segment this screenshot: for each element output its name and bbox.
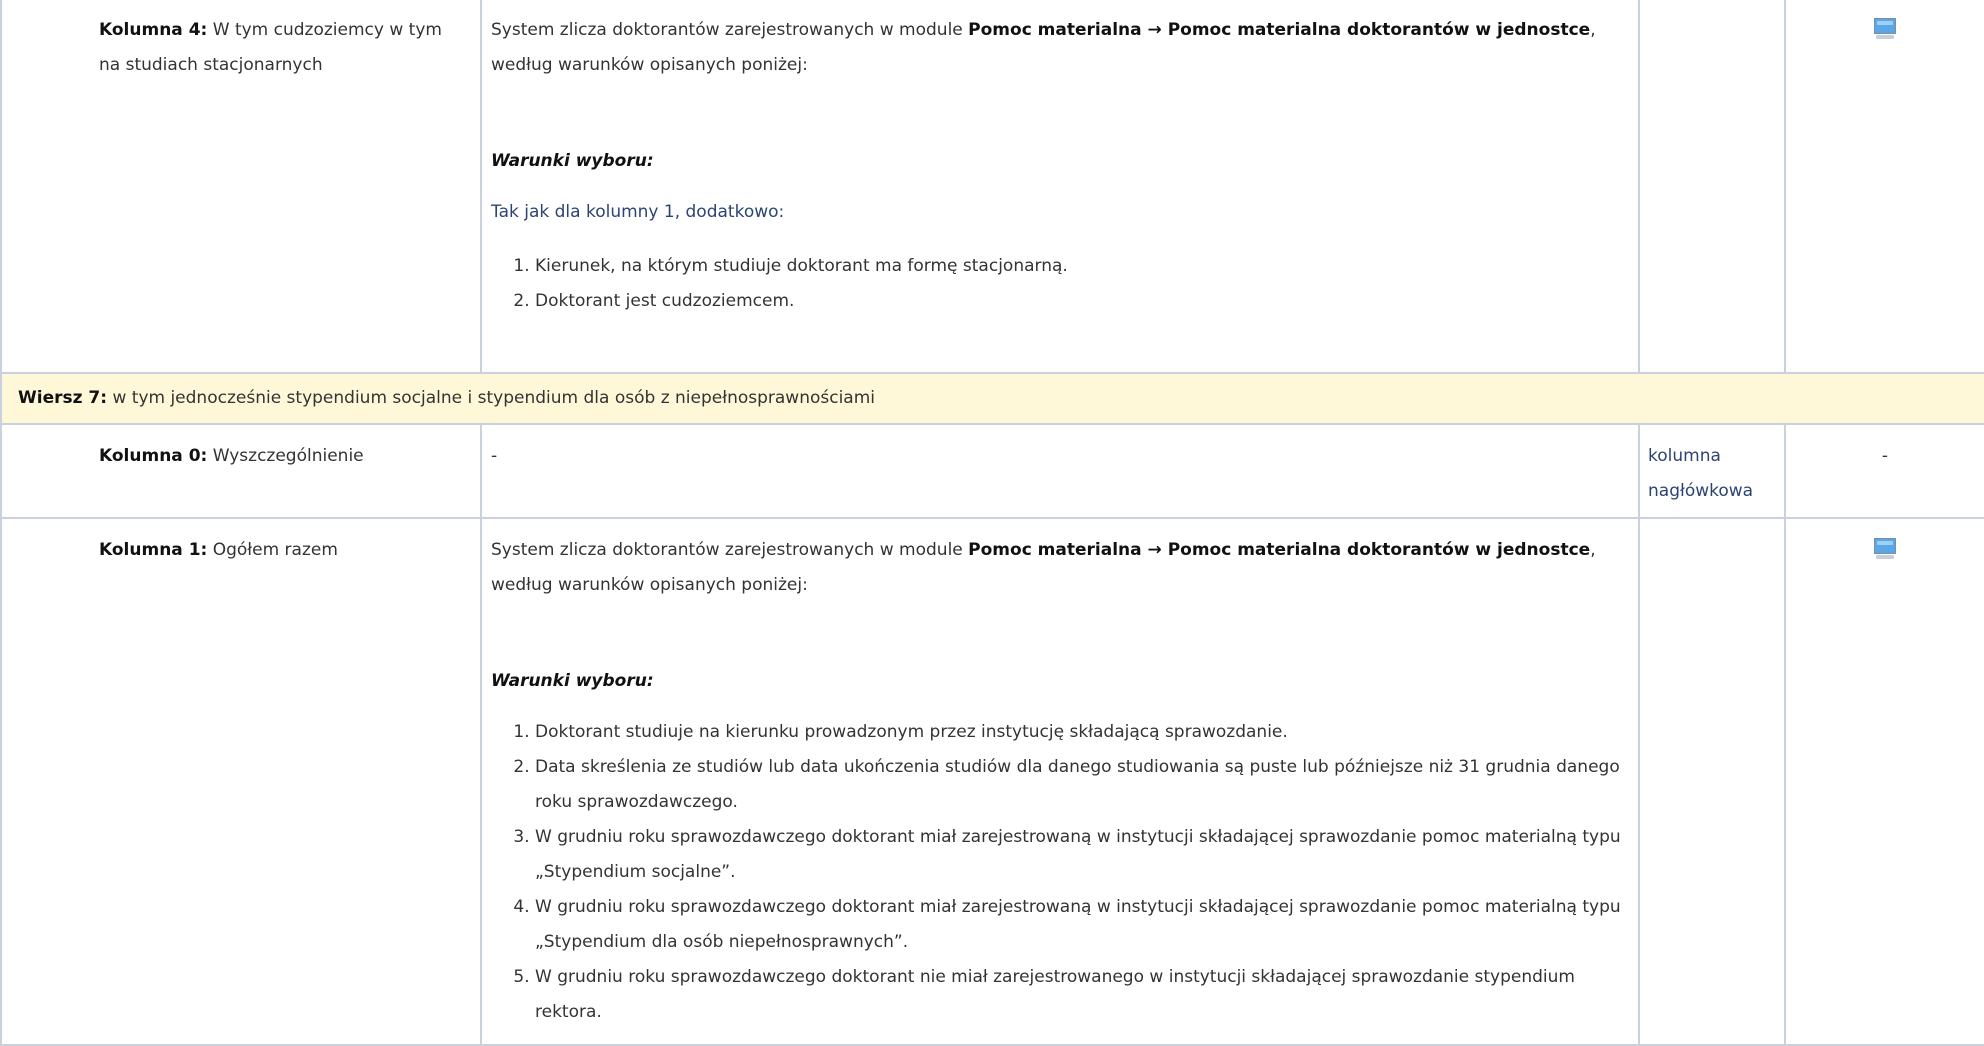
table-row: Wiersz 7: w tym jednocześnie stypendium … — [0, 372, 1984, 425]
description-cell: System zlicza doktorantów zarejestrowany… — [480, 517, 1640, 1046]
table-row: Kolumna 4: W tym cudzoziemcy w tym na st… — [0, 0, 1984, 374]
column-label-cell: Kolumna 4: W tym cudzoziemcy w tym na st… — [0, 0, 482, 374]
column-label-cell: Kolumna 1: Ogółem razem — [0, 517, 482, 1046]
conditions-note: Tak jak dla kolumny 1, dodatkowo: — [491, 202, 785, 222]
list-item: W grudniu roku sprawozdawczego doktorant… — [535, 890, 1630, 960]
column-label-bold: Kolumna 1: — [99, 540, 208, 560]
column-label-bold: Kolumna 4: — [99, 20, 208, 40]
source-icon-cell — [1784, 0, 1984, 374]
description-prefix: System zlicza doktorantów zarejestrowany… — [491, 540, 969, 560]
description-text: System zlicza doktorantów zarejestrowany… — [491, 13, 1630, 83]
module-path: Pomoc materialna → Pomoc materialna dokt… — [968, 540, 1591, 560]
source-cell — [1638, 0, 1786, 374]
conditions-list: Kierunek, na którym studiuje doktorant m… — [491, 249, 1630, 319]
list-item: W grudniu roku sprawozdawczego doktorant… — [535, 960, 1630, 1030]
row-header-band: Wiersz 7: w tym jednocześnie stypendium … — [0, 372, 1984, 425]
source-icon-cell: - — [1784, 423, 1984, 519]
column-label-text: Ogółem razem — [207, 540, 338, 560]
description-text: System zlicza doktorantów zarejestrowany… — [491, 533, 1630, 603]
list-item: Kierunek, na którym studiuje doktorant m… — [535, 249, 1630, 284]
description-cell: - — [480, 423, 1640, 519]
list-item: Doktorant studiuje na kierunku prowadzon… — [535, 715, 1630, 750]
computer-icon — [1873, 17, 1897, 41]
column-label-cell: Kolumna 0: Wyszczególnienie — [0, 423, 482, 519]
description-cell: System zlicza doktorantów zarejestrowany… — [480, 0, 1640, 374]
list-item: W grudniu roku sprawozdawczego doktorant… — [535, 820, 1630, 890]
table-row: Kolumna 1: Ogółem razem System zlicza do… — [0, 517, 1984, 1046]
list-item: Doktorant jest cudzoziemcem. — [535, 284, 1630, 319]
computer-icon — [1873, 537, 1897, 561]
source-cell — [1638, 517, 1786, 1046]
conditions-title: Warunki wyboru: — [491, 151, 654, 171]
module-path: Pomoc materialna → Pomoc materialna dokt… — [968, 20, 1591, 40]
source-icon-text: - — [1881, 446, 1889, 466]
list-item: Data skreślenia ze studiów lub data ukoń… — [535, 750, 1630, 820]
source-cell: kolumna nagłówkowa — [1638, 423, 1786, 519]
conditions-list: Doktorant studiuje na kierunku prowadzon… — [491, 715, 1630, 1030]
description-text: - — [491, 446, 498, 466]
row-label-text: w tym jednocześnie stypendium socjalne i… — [107, 388, 876, 408]
description-prefix: System zlicza doktorantów zarejestrowany… — [491, 20, 969, 40]
row-label-bold: Wiersz 7: — [18, 388, 108, 408]
column-label-bold: Kolumna 0: — [99, 446, 208, 466]
conditions-title: Warunki wyboru: — [491, 671, 654, 691]
source-icon-cell — [1784, 517, 1984, 1046]
table-row: Kolumna 0: Wyszczególnienie - kolumna na… — [0, 423, 1984, 519]
documentation-table: Kolumna 4: W tym cudzoziemcy w tym na st… — [0, 0, 1984, 1046]
column-label-text: Wyszczególnienie — [207, 446, 364, 466]
